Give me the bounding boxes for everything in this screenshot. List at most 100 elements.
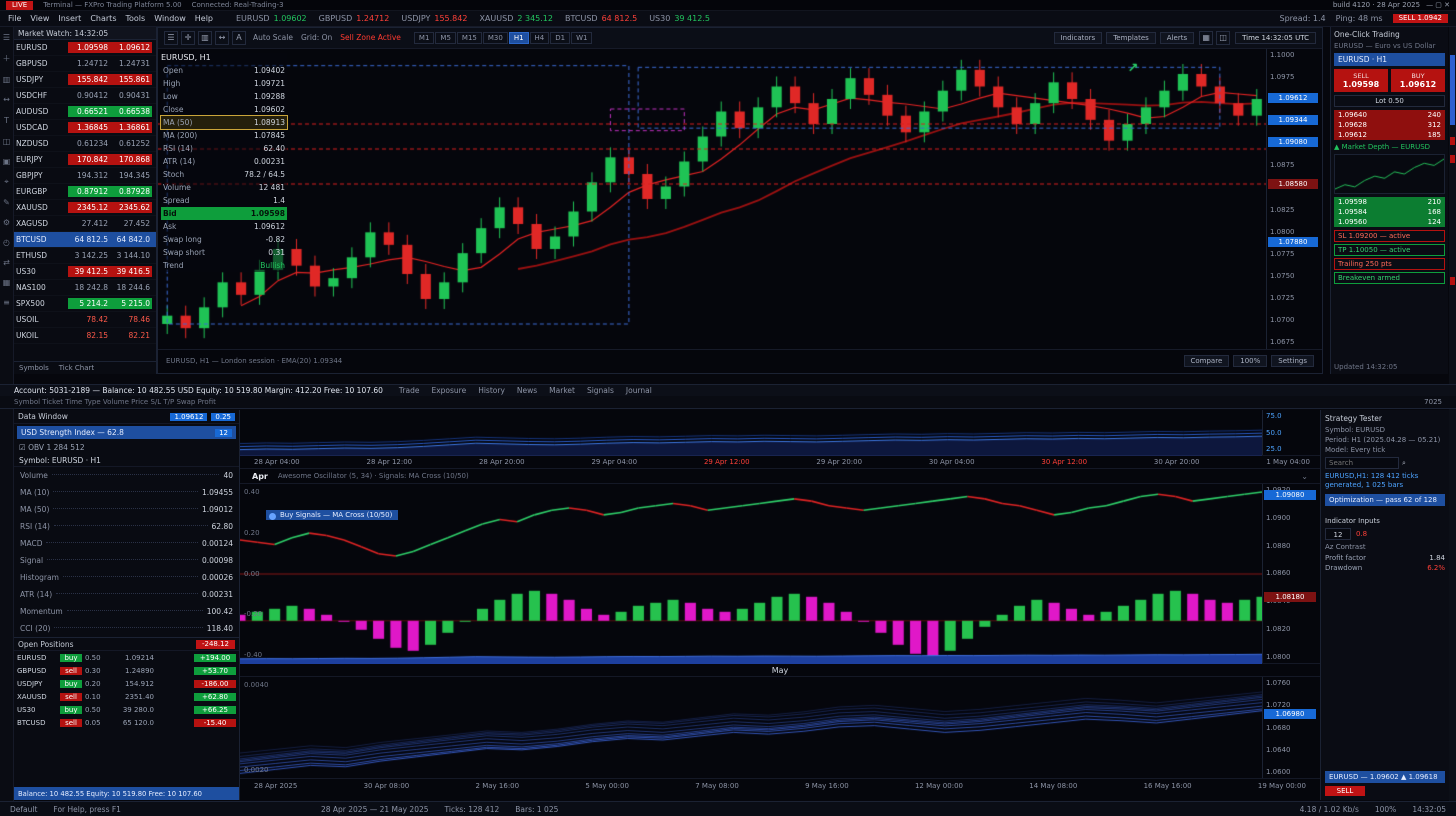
timeframe-button[interactable]: M1 (414, 32, 435, 44)
toolbar-icon[interactable]: ✛ (181, 31, 195, 45)
market-watch-row[interactable]: NZDUSD 0.61234 0.61252 (14, 136, 156, 152)
position-row[interactable]: EURUSD buy 0.50 1.09214 +194.00 (14, 651, 239, 664)
terminal-tab[interactable]: Journal (626, 386, 652, 395)
market-watch-row[interactable]: UKOIL 82.15 82.21 (14, 328, 156, 344)
order-alert-row[interactable]: SL 1.09200 — active (1334, 230, 1445, 242)
position-row[interactable]: XAUUSD sell 0.10 2351.40 +62.80 (14, 690, 239, 703)
toolbar-icon[interactable]: ☰ (164, 31, 178, 45)
tester-search-input[interactable] (1325, 457, 1399, 469)
rail-icon[interactable]: ⇄ (3, 258, 10, 267)
chart-footer-button[interactable]: Compare (1184, 355, 1230, 367)
toolbar-label[interactable]: Grid: On (301, 33, 332, 42)
timeframe-button[interactable]: M30 (483, 32, 508, 44)
ticker-item[interactable]: US30 39 412.5 (649, 14, 710, 23)
market-watch-tab[interactable]: Tick Chart (59, 364, 94, 372)
chart-right-icon[interactable]: ▦ (1199, 31, 1213, 45)
timeframe-button[interactable]: M15 (457, 32, 482, 44)
rail-icon[interactable]: Ｔ (3, 115, 11, 126)
market-watch-row[interactable]: AUDUSD 0.66521 0.66538 (14, 104, 156, 120)
order-alert-row[interactable]: Breakeven armed (1334, 272, 1445, 284)
toolbar-icon[interactable]: Ａ (232, 31, 246, 45)
ticks-generated-link[interactable]: EURUSD,H1: 128 412 ticks generated, 1 02… (1325, 472, 1445, 491)
search-icon[interactable]: ⌕ (1402, 459, 1406, 468)
ticker-item[interactable]: EURUSD 1.09602 (236, 14, 307, 23)
rail-icon[interactable]: ☰ (3, 33, 10, 42)
rail-icon[interactable]: ◴ (3, 238, 10, 247)
rail-icon[interactable]: ▥ (3, 75, 11, 84)
timeframe-button[interactable]: H1 (509, 32, 529, 44)
rail-icon[interactable]: ↔ (3, 95, 10, 104)
position-row[interactable]: BTCUSD sell 0.05 65 120.0 -15.40 (14, 716, 239, 729)
candlestick-chart[interactable] (158, 49, 1266, 349)
oscillator-strip-chart[interactable] (240, 410, 1262, 456)
market-watch-row[interactable]: NAS100 18 242.8 18 244.6 (14, 280, 156, 296)
rail-icon[interactable]: ≡ (3, 298, 10, 307)
order-alert-row[interactable]: TP 1.10050 — active (1334, 244, 1445, 256)
terminal-tab[interactable]: Exposure (431, 386, 466, 395)
market-watch-row[interactable]: US30 39 412.5 39 416.5 (14, 264, 156, 280)
toolbar-icon[interactable]: ↔ (215, 31, 229, 45)
chart-right-icon[interactable]: ◫ (1216, 31, 1230, 45)
menu-item[interactable]: Insert (58, 14, 81, 23)
terminal-tab[interactable]: News (517, 386, 537, 395)
position-row[interactable]: USDJPY buy 0.20 154.912 -186.00 (14, 677, 239, 690)
sell-signal-badge[interactable]: SELL (1325, 786, 1365, 796)
optimization-progress-row[interactable]: Optimization — pass 62 of 128 (1325, 494, 1445, 506)
market-watch-row[interactable]: EURUSD 1.09598 1.09612 (14, 40, 156, 56)
menu-item[interactable]: File (8, 14, 21, 23)
right-scrollbar[interactable] (1449, 27, 1456, 801)
market-watch-row[interactable]: GBPJPY 194.312 194.345 (14, 168, 156, 184)
toolbar-label[interactable]: Auto Scale (253, 33, 293, 42)
menu-item[interactable]: Charts (90, 14, 116, 23)
scrollbar-thumb[interactable] (1450, 55, 1455, 125)
terminal-tab[interactable]: Trade (399, 386, 420, 395)
menu-item[interactable]: Tools (125, 14, 145, 23)
timeframe-button[interactable]: H4 (530, 32, 550, 44)
bid-depth-row[interactable]: 1.09584 168 (1334, 207, 1445, 217)
bid-depth-row[interactable]: 1.09560 124 (1334, 217, 1445, 227)
selected-symbol-row[interactable]: EURUSD · H1 (1334, 53, 1445, 66)
order-alert-row[interactable]: Trailing 250 pts (1334, 258, 1445, 270)
market-watch-row[interactable]: XAGUSD 27.412 27.452 (14, 216, 156, 232)
rail-icon[interactable]: ▦ (3, 278, 11, 287)
market-watch-row[interactable]: GBPUSD 1.24712 1.24731 (14, 56, 156, 72)
market-watch-row[interactable]: SPX500 5 214.2 5 215.0 (14, 296, 156, 312)
menu-item[interactable]: View (30, 14, 49, 23)
timeframe-button[interactable]: W1 (571, 32, 592, 44)
usd-strength-row[interactable]: USD Strength Index — 62.8 12 (17, 426, 236, 439)
sell-button[interactable]: SELL 1.09598 (1334, 69, 1388, 92)
chart-footer-button[interactable]: Settings (1271, 355, 1314, 367)
indicator-period-input[interactable]: 12 (1325, 528, 1351, 540)
menu-item[interactable]: Window (154, 14, 186, 23)
window-buttons[interactable]: — ▢ ✕ (1426, 1, 1450, 9)
rail-icon[interactable]: ⌖ (4, 177, 9, 187)
market-watch-row[interactable]: BTCUSD 64 812.5 64 842.0 (14, 232, 156, 248)
tick-sparkline[interactable] (1335, 155, 1444, 193)
ticker-item[interactable]: XAUUSD 2 345.12 (479, 14, 553, 23)
buy-button[interactable]: BUY 1.09612 (1391, 69, 1445, 92)
market-watch-tab[interactable]: Symbols (19, 364, 49, 372)
sell-alert-badge[interactable]: SELL 1.0942 (1393, 14, 1448, 23)
selected-quote-row[interactable]: EURUSD — 1.09602 ▲ 1.09618 (1325, 771, 1445, 783)
ticker-item[interactable]: GBPUSD 1.24712 (319, 14, 390, 23)
terminal-tab[interactable]: Signals (587, 386, 614, 395)
menu-item[interactable]: Help (195, 14, 213, 23)
market-watch-row[interactable]: USOIL 78.42 78.46 (14, 312, 156, 328)
rail-icon[interactable]: ▣ (3, 157, 11, 166)
timeframe-button[interactable]: D1 (550, 32, 570, 44)
rail-icon[interactable]: ✎ (3, 198, 10, 207)
lot-size-input[interactable]: Lot 0.50 (1334, 95, 1445, 107)
rail-icon[interactable]: ◫ (3, 137, 11, 146)
terminal-tab[interactable]: History (478, 386, 505, 395)
ask-depth-row[interactable]: 1.09628 312 (1334, 120, 1445, 130)
toolbar-label[interactable]: Sell Zone Active (340, 33, 401, 42)
collapse-chevron-icon[interactable]: ⌄ (1301, 472, 1308, 481)
market-watch-row[interactable]: EURGBP 0.87912 0.87928 (14, 184, 156, 200)
timeframe-button[interactable]: M5 (435, 32, 456, 44)
rail-icon[interactable]: ⚙ (3, 218, 10, 227)
chart-action-button[interactable]: Alerts (1160, 32, 1194, 44)
position-row[interactable]: GBPUSD sell 0.30 1.24890 +53.70 (14, 664, 239, 677)
position-row[interactable]: US30 buy 0.50 39 280.0 +66.25 (14, 703, 239, 716)
market-watch-row[interactable]: USDCHF 0.90412 0.90431 (14, 88, 156, 104)
chart-action-button[interactable]: Indicators (1054, 32, 1103, 44)
